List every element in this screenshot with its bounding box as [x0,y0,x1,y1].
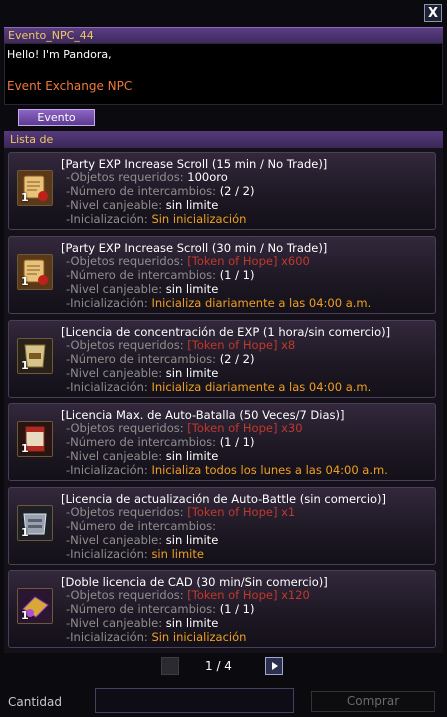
required-value: [Token of Hope] x30 [187,421,303,435]
required-value: [Token of Hope] x120 [187,588,310,602]
prev-page-button[interactable] [161,657,179,675]
level-row: -Nivel canjeable: sin limite [66,449,219,463]
level-value: sin limite [165,198,219,212]
level-row: -Nivel canjeable: sin limite [66,533,219,547]
reset-row: -Inicialización: sin limite [66,547,204,561]
item-title: [Party EXP Increase Scroll (15 min / No … [61,157,328,171]
npc-greeting: Hello! I'm Pandora, [7,48,112,61]
reset-row: -Inicialización: Inicializa diariamente … [66,380,372,394]
level-value: sin limite [165,449,219,463]
exchanges-row: -Número de intercambios: [66,519,217,533]
exchanges-row: -Número de intercambios: (1 / 1) [66,435,255,449]
exchanges-row: -Número de intercambios: (2 / 2) [66,352,255,366]
item-quantity: 1 [21,359,29,372]
exchange-item[interactable]: 1 [Licencia de concentración de EXP (1 ho… [8,320,436,398]
level-row: -Nivel canjeable: sin limite [66,616,219,630]
exchanges-row: -Número de intercambios: (1 / 1) [66,268,255,282]
level-value: sin limite [165,366,219,380]
exchange-item[interactable]: 1 [Doble licencia de CAD (30 min/Sin come… [8,570,436,648]
required-value: [Token of Hope] x1 [187,505,296,519]
item-title: [Licencia Max. de Auto-Batalla (50 Veces… [61,408,345,422]
npc-dialog: Hello! I'm Pandora, Event Exchange NPC [4,43,443,105]
required-row: -Objetos requeridos: 100oro [66,170,228,184]
reset-value: Sin inicialización [151,212,247,226]
required-row: -Objetos requeridos: [Token of Hope] x1 [66,505,296,519]
battle-license-icon: 1 [17,505,53,541]
item-title: [Licencia de concentración de EXP (1 hor… [61,325,391,339]
exchanges-row: -Número de intercambios: (2 / 2) [66,184,255,198]
exchange-item[interactable]: 1 [Licencia de actualización de Auto-Batt… [8,487,436,565]
exp-license-icon: 1 [17,338,53,374]
scroll-icon: 1 [17,170,53,206]
item-quantity: 1 [21,526,29,539]
required-row: -Objetos requeridos: [Token of Hope] x12… [66,588,310,602]
item-quantity: 1 [21,275,29,288]
exchanges-value: (2 / 2) [219,352,255,366]
reset-row: -Inicialización: Sin inicialización [66,212,247,226]
item-quantity: 1 [21,609,29,622]
required-row: -Objetos requeridos: [Token of Hope] x60… [66,254,310,268]
quantity-label: Cantidad [8,695,62,709]
npc-name: Evento_NPC_44 [4,27,443,43]
buy-button[interactable]: Comprar [311,691,435,712]
exchange-item[interactable]: 1 [Party EXP Increase Scroll (30 min / No… [8,236,436,314]
reset-row: -Inicialización: Sin inicialización [66,630,247,644]
scroll-icon: 1 [17,254,53,290]
exchange-item[interactable]: 1 [Licencia Max. de Auto-Batalla (50 Vece… [8,403,436,481]
exchanges-row: -Número de intercambios: (1 / 1) [66,602,255,616]
exchanges-value: (1 / 1) [219,602,255,616]
reset-value: Inicializa todos los lunes a las 04:00 a… [151,463,388,477]
required-row: -Objetos requeridos: [Token of Hope] x8 [66,338,296,352]
close-button[interactable]: X [424,4,442,22]
exchanges-value: (2 / 2) [219,184,255,198]
reset-value: Inicializa diariamente a las 04:00 a.m. [151,380,372,394]
npc-role: Event Exchange NPC [7,79,133,93]
level-row: -Nivel canjeable: sin limite [66,366,219,380]
level-value: sin limite [165,616,219,630]
item-title: [Doble licencia de CAD (30 min/Sin comer… [61,575,328,589]
next-page-button[interactable] [265,657,283,675]
reset-row: -Inicialización: Inicializa todos los lu… [66,463,388,477]
reset-row: -Inicialización: Inicializa diariamente … [66,296,372,310]
required-row: -Objetos requeridos: [Token of Hope] x30 [66,421,303,435]
cad-license-icon: 1 [17,588,53,624]
item-quantity: 1 [21,442,29,455]
level-value: sin limite [165,533,219,547]
level-value: sin limite [165,282,219,296]
list-title: Lista de [4,131,443,148]
tab-evento[interactable]: Evento [18,109,95,126]
quantity-input[interactable] [95,688,294,713]
reset-value: sin limite [151,547,204,561]
required-value: [Token of Hope] x600 [187,254,310,268]
page-indicator: 1 / 4 [205,659,232,673]
battle-scroll-icon: 1 [17,421,53,457]
reset-value: Inicializa diariamente a las 04:00 a.m. [151,296,372,310]
level-row: -Nivel canjeable: sin limite [66,282,219,296]
required-value: [Token of Hope] x8 [187,338,296,352]
item-title: [Licencia de actualización de Auto-Battl… [61,492,387,506]
item-quantity: 1 [21,191,29,204]
exchange-item[interactable]: 1 [Party EXP Increase Scroll (15 min / No… [8,152,436,230]
reset-value: Sin inicialización [151,630,247,644]
level-row: -Nivel canjeable: sin limite [66,198,219,212]
exchange-list: 1 [Party EXP Increase Scroll (15 min / No… [4,148,443,653]
item-title: [Party EXP Increase Scroll (30 min / No … [61,241,328,255]
exchanges-value: (1 / 1) [219,435,255,449]
exchanges-value: (1 / 1) [219,268,255,282]
required-value: 100oro [187,170,228,184]
